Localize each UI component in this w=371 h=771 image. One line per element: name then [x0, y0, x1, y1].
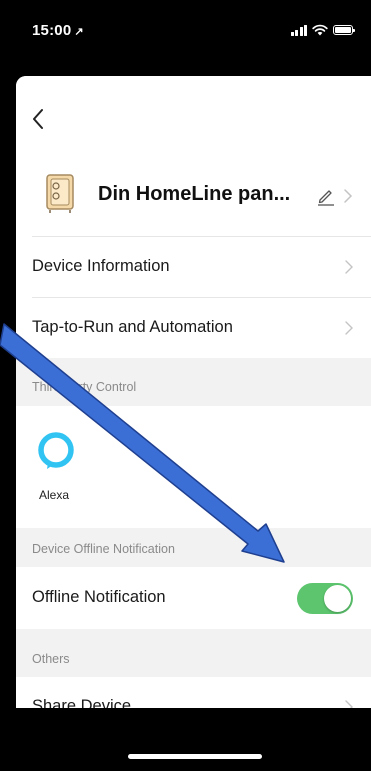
tap-to-run-label: Tap-to-Run and Automation — [32, 318, 233, 336]
share-device-row[interactable]: Share Device — [16, 677, 371, 708]
device-panel-icon — [46, 174, 74, 213]
alexa-tile[interactable]: Alexa — [16, 406, 371, 528]
chevron-right-icon — [345, 700, 353, 708]
device-information-label: Device Information — [32, 257, 170, 275]
offline-notification-toggle[interactable] — [297, 583, 353, 614]
section-header-third-party: Third-party Control — [16, 366, 371, 406]
section-header-label: Others — [32, 652, 70, 666]
share-device-label: Share Device — [32, 697, 132, 708]
chevron-right-icon — [344, 189, 353, 203]
cellular-signal-icon — [290, 24, 307, 36]
battery-icon — [333, 25, 355, 35]
offline-notification-row: Offline Notification — [16, 567, 371, 629]
section-header-label: Device Offline Notification — [32, 542, 175, 556]
status-bar: 15:00 ↗ — [0, 0, 371, 60]
device-settings-sheet: Din HomeLine pan... Device Information T… — [16, 76, 371, 708]
pencil-icon[interactable] — [316, 186, 336, 206]
device-information-row[interactable]: Device Information — [16, 237, 371, 297]
device-name: Din HomeLine pan... — [98, 183, 291, 205]
section-header-others: Others — [16, 638, 371, 678]
time-text: 15:00 — [32, 22, 72, 39]
wifi-icon — [312, 24, 328, 36]
chevron-right-icon — [345, 260, 353, 274]
chevron-right-icon — [345, 321, 353, 335]
location-arrow-icon: ↗ — [74, 26, 84, 38]
toggle-knob — [324, 585, 351, 612]
status-time: 15:00 ↗ — [32, 22, 84, 39]
offline-notification-label: Offline Notification — [32, 588, 166, 606]
section-header-offline: Device Offline Notification — [16, 528, 371, 568]
alexa-icon — [38, 432, 74, 469]
tap-to-run-row[interactable]: Tap-to-Run and Automation — [16, 298, 371, 358]
section-header-label: Third-party Control — [32, 380, 137, 394]
system-icons — [290, 24, 355, 36]
home-indicator — [128, 754, 262, 759]
chevron-left-icon[interactable] — [28, 106, 50, 132]
alexa-label: Alexa — [39, 488, 70, 502]
